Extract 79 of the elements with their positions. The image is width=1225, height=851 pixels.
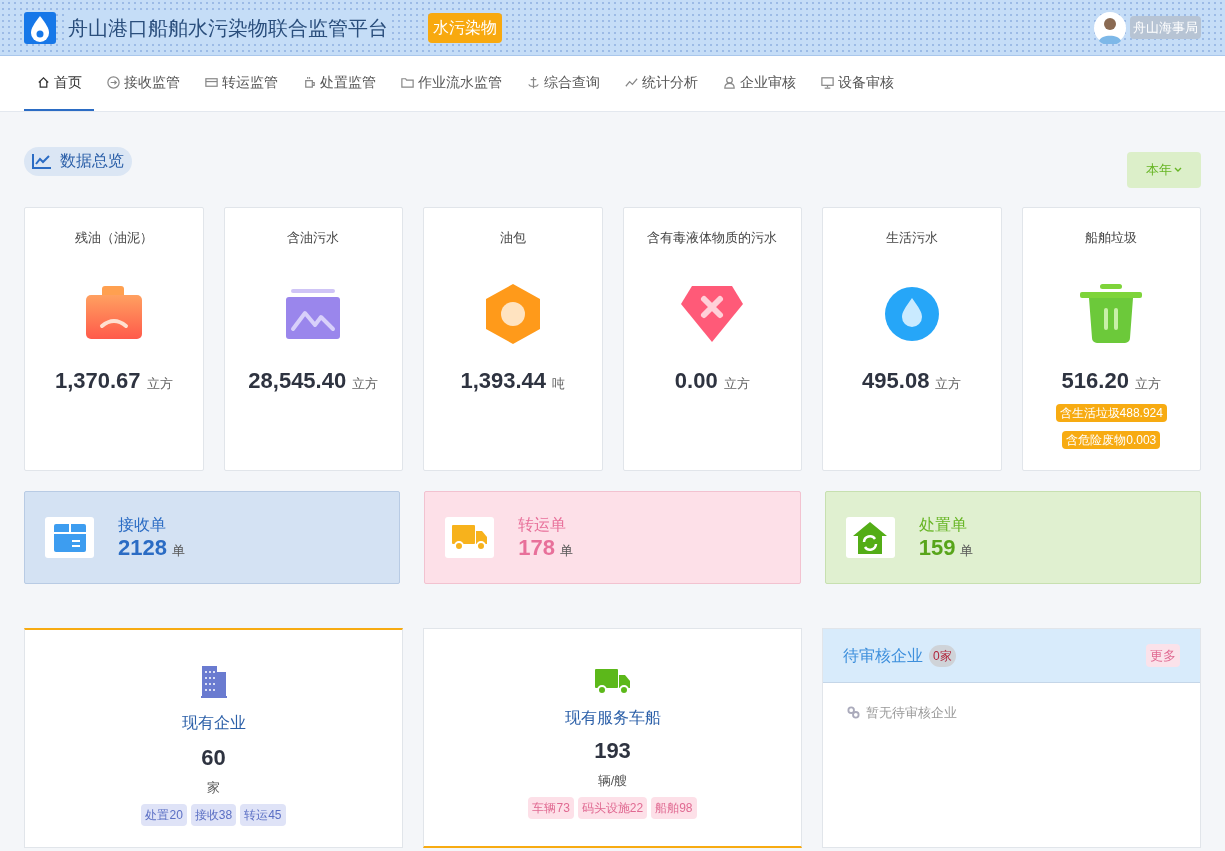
stat-value: 1,393.44 <box>460 367 547 395</box>
stat-title: 船舶垃圾 <box>1084 229 1139 247</box>
stat-value: 1,370.67 <box>54 367 141 395</box>
tag: 船舶98 <box>651 796 697 819</box>
nav-tab[interactable]: 接收监管 <box>94 56 192 111</box>
nav-tab[interactable]: 设备审核 <box>808 56 906 111</box>
tag: 含危险废物0.003 <box>1062 431 1161 449</box>
nav-tab[interactable]: 企业审核 <box>710 56 808 111</box>
card-unit: 家 <box>207 779 220 797</box>
toolbox-icon <box>83 286 144 342</box>
nav-tab[interactable]: 转运监管 <box>192 56 290 111</box>
order-unit: 单 <box>560 541 574 560</box>
stat-value: 0.00 <box>674 367 718 395</box>
trash-can-icon <box>1080 284 1143 344</box>
order-count: 159 <box>918 534 956 561</box>
avatar-icon <box>1094 11 1126 44</box>
card-unit: 辆/艘 <box>597 772 628 790</box>
truck-icon <box>594 669 631 695</box>
panel-title: 待审核企业 <box>843 645 923 666</box>
nav-icon <box>36 75 51 90</box>
tag: 转运45 <box>240 803 286 826</box>
nav-icon <box>722 75 737 90</box>
card-title: 现有服务车船 <box>564 708 661 728</box>
tag: 码头设施22 <box>577 796 648 819</box>
hexagon-icon <box>483 283 542 345</box>
line-chart-icon <box>32 153 52 169</box>
box-icon <box>53 523 86 552</box>
tag: 处置20 <box>141 803 187 826</box>
stat-title: 残油（油泥） <box>73 229 154 247</box>
logo-icon <box>24 11 56 44</box>
stat-title: 含有毒液体物质的污水 <box>646 229 779 247</box>
nav-tab[interactable]: 统计分析 <box>612 56 710 111</box>
order-count: 2128 <box>118 534 167 561</box>
stat-unit: 吨 <box>552 375 566 393</box>
house-recycle-icon <box>853 521 888 554</box>
order-title: 接收单 <box>118 514 167 535</box>
tag: 车辆73 <box>528 796 574 819</box>
stat-title: 含油污水 <box>286 229 341 247</box>
stat-unit: 立方 <box>723 375 750 393</box>
diamond-x-icon <box>680 285 745 343</box>
truck-icon <box>451 524 488 551</box>
stat-title: 生活污水 <box>884 229 939 247</box>
card-count: 193 <box>594 737 631 765</box>
nav-tab[interactable]: 作业流水监管 <box>388 56 514 111</box>
order-unit: 单 <box>171 541 185 560</box>
stat-unit: 立方 <box>352 375 379 393</box>
category-badge: 水污染物 <box>428 12 502 43</box>
tag: 含生活垃圾488.924 <box>1055 404 1167 422</box>
chevron-down-icon <box>1174 167 1182 173</box>
water-drop-icon <box>883 286 940 342</box>
stat-title: 油包 <box>498 229 527 247</box>
empty-message: 暂无待审核企业 <box>866 704 957 722</box>
nav-icon <box>400 75 415 90</box>
picture-icon <box>286 289 341 339</box>
stat-value: 28,545.40 <box>248 367 347 395</box>
building-icon <box>200 666 227 698</box>
tag: 接收38 <box>190 803 237 826</box>
order-count: 178 <box>518 534 556 561</box>
nav-icon <box>820 75 835 90</box>
nav-tab[interactable]: 首页 <box>24 56 94 111</box>
stat-unit: 立方 <box>935 375 962 393</box>
stat-value: 495.08 <box>862 367 930 395</box>
nav-icon <box>106 75 121 90</box>
link-icon <box>847 706 860 720</box>
count-badge: 0家 <box>929 644 956 667</box>
card-title: 现有企业 <box>181 713 246 733</box>
stat-value: 516.20 <box>1061 367 1129 395</box>
nav-icon <box>302 75 317 90</box>
section-title: 数据总览 <box>60 151 124 171</box>
nav-icon <box>526 75 541 90</box>
nav-tab[interactable]: 综合查询 <box>514 56 612 111</box>
order-title: 处置单 <box>918 514 968 535</box>
stat-unit: 立方 <box>1134 375 1161 393</box>
nav-tab[interactable]: 处置监管 <box>290 56 388 111</box>
order-unit: 单 <box>960 541 974 560</box>
order-title: 转运单 <box>518 514 568 535</box>
nav-icon <box>204 75 219 90</box>
stat-unit: 立方 <box>146 375 173 393</box>
card-count: 60 <box>201 744 226 772</box>
